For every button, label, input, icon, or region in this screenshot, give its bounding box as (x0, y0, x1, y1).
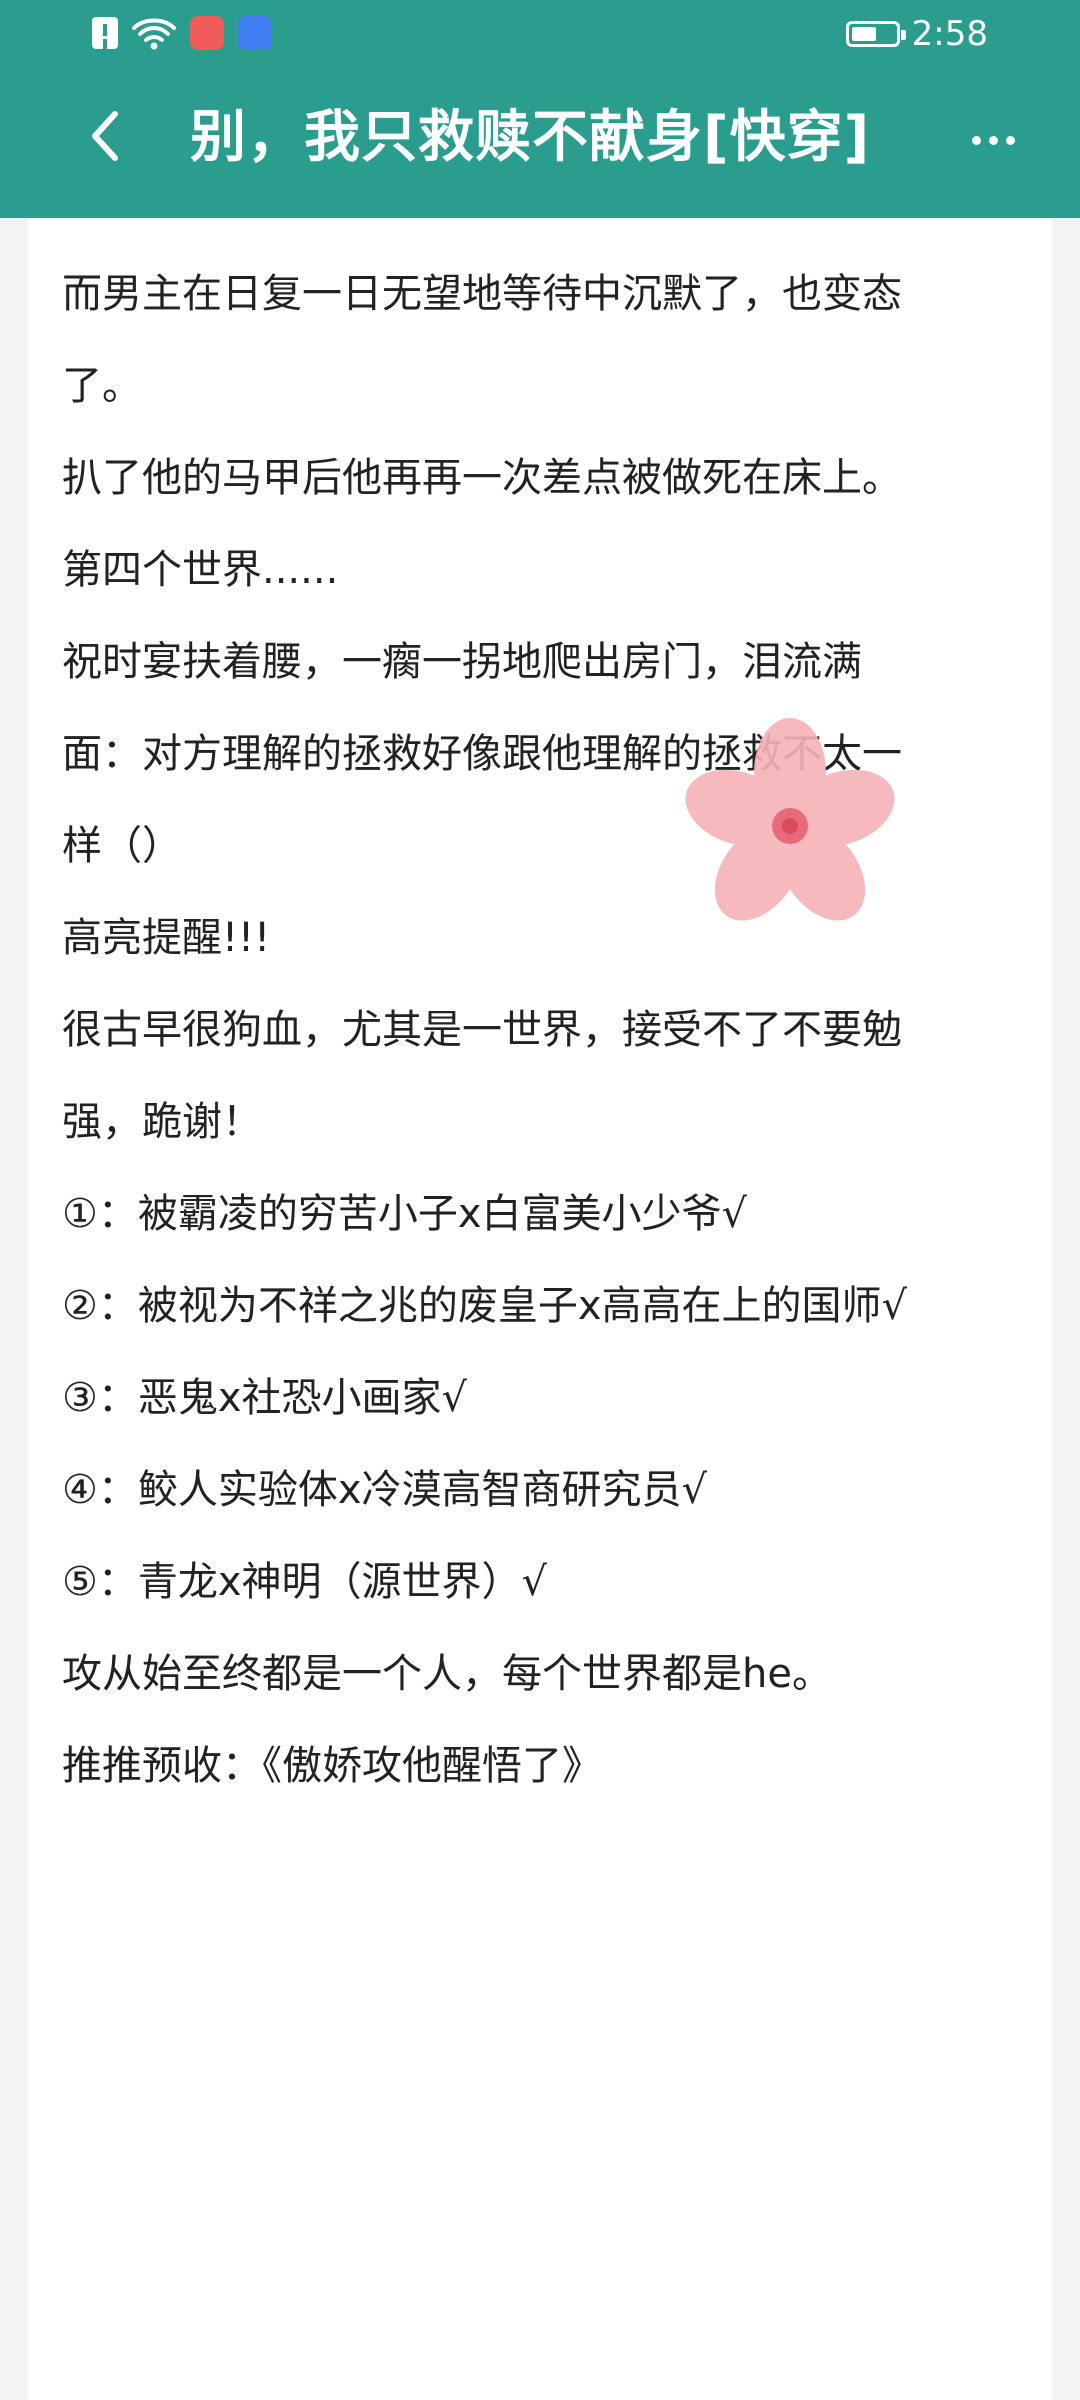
battery-icon (845, 21, 906, 47)
article-text: 而男主在日复一日无望地等待中沉默了，也变态 了。 扒了他的马甲后他再再一次差点被… (62, 248, 1052, 1812)
wifi-icon (132, 16, 176, 50)
text-line: 了。 (62, 363, 142, 409)
text-line: ②：被视为不祥之兆的废皇子x高高在上的国师√ (62, 1283, 908, 1329)
more-horizontal-icon-dot-1 (971, 135, 981, 145)
text-line: 第四个世界...... (62, 547, 339, 593)
status-time: 2:58 (911, 14, 988, 54)
status-bar: 2:58 (0, 0, 1080, 70)
status-icons-right: 2:58 (845, 14, 988, 54)
text-line: ⑤：青龙x神明（源世界）√ (62, 1559, 548, 1605)
more-horizontal-icon-dot-2 (988, 135, 998, 145)
text-line: 很古早很狗血，尤其是一世界，接受不了不要勉 (62, 1007, 902, 1053)
text-line: 面：对方理解的拯救好像跟他理解的拯救不太一 (62, 731, 902, 777)
page-title: 别，我只救赎不献身[快穿] (190, 105, 871, 170)
more-options-button[interactable] (958, 110, 1028, 170)
app-header: 2:58 别，我只救赎不献身[快穿] (0, 0, 1080, 218)
chevron-left-icon (87, 108, 121, 168)
text-line: 扒了他的马甲后他再再一次差点被做死在床上。 (62, 455, 902, 501)
title-bar: 别，我只救赎不献身[快穿] (0, 90, 1080, 200)
back-button[interactable] (74, 108, 134, 168)
text-line: 而男主在日复一日无望地等待中沉默了，也变态 (62, 271, 902, 317)
content-card: 而男主在日复一日无望地等待中沉默了，也变态 了。 扒了他的马甲后他再再一次差点被… (28, 218, 1052, 2400)
status-icons-left (92, 16, 272, 50)
huawei-app-icon (190, 16, 224, 50)
text-line: ③：恶鬼x社恐小画家√ (62, 1375, 468, 1421)
text-line: 攻从始至终都是一个人，每个世界都是he。 (62, 1651, 832, 1697)
more-horizontal-icon-dot-3 (1005, 135, 1015, 145)
text-line: 推推预收：《傲娇攻他醒悟了》 (62, 1743, 602, 1789)
text-line: 高亮提醒!!! (62, 915, 271, 961)
text-line: 祝时宴扶着腰，一瘸一拐地爬出房门，泪流满 (62, 639, 862, 685)
store-app-icon (238, 16, 272, 50)
text-line: 样（） (62, 823, 182, 869)
text-line: ①：被霸凌的穷苦小子x白富美小少爷√ (62, 1191, 748, 1237)
text-line: 强，跪谢！ (62, 1099, 262, 1145)
sim-icon (92, 17, 118, 49)
text-line: ④：鲛人实验体x冷漠高智商研究员√ (62, 1467, 708, 1513)
